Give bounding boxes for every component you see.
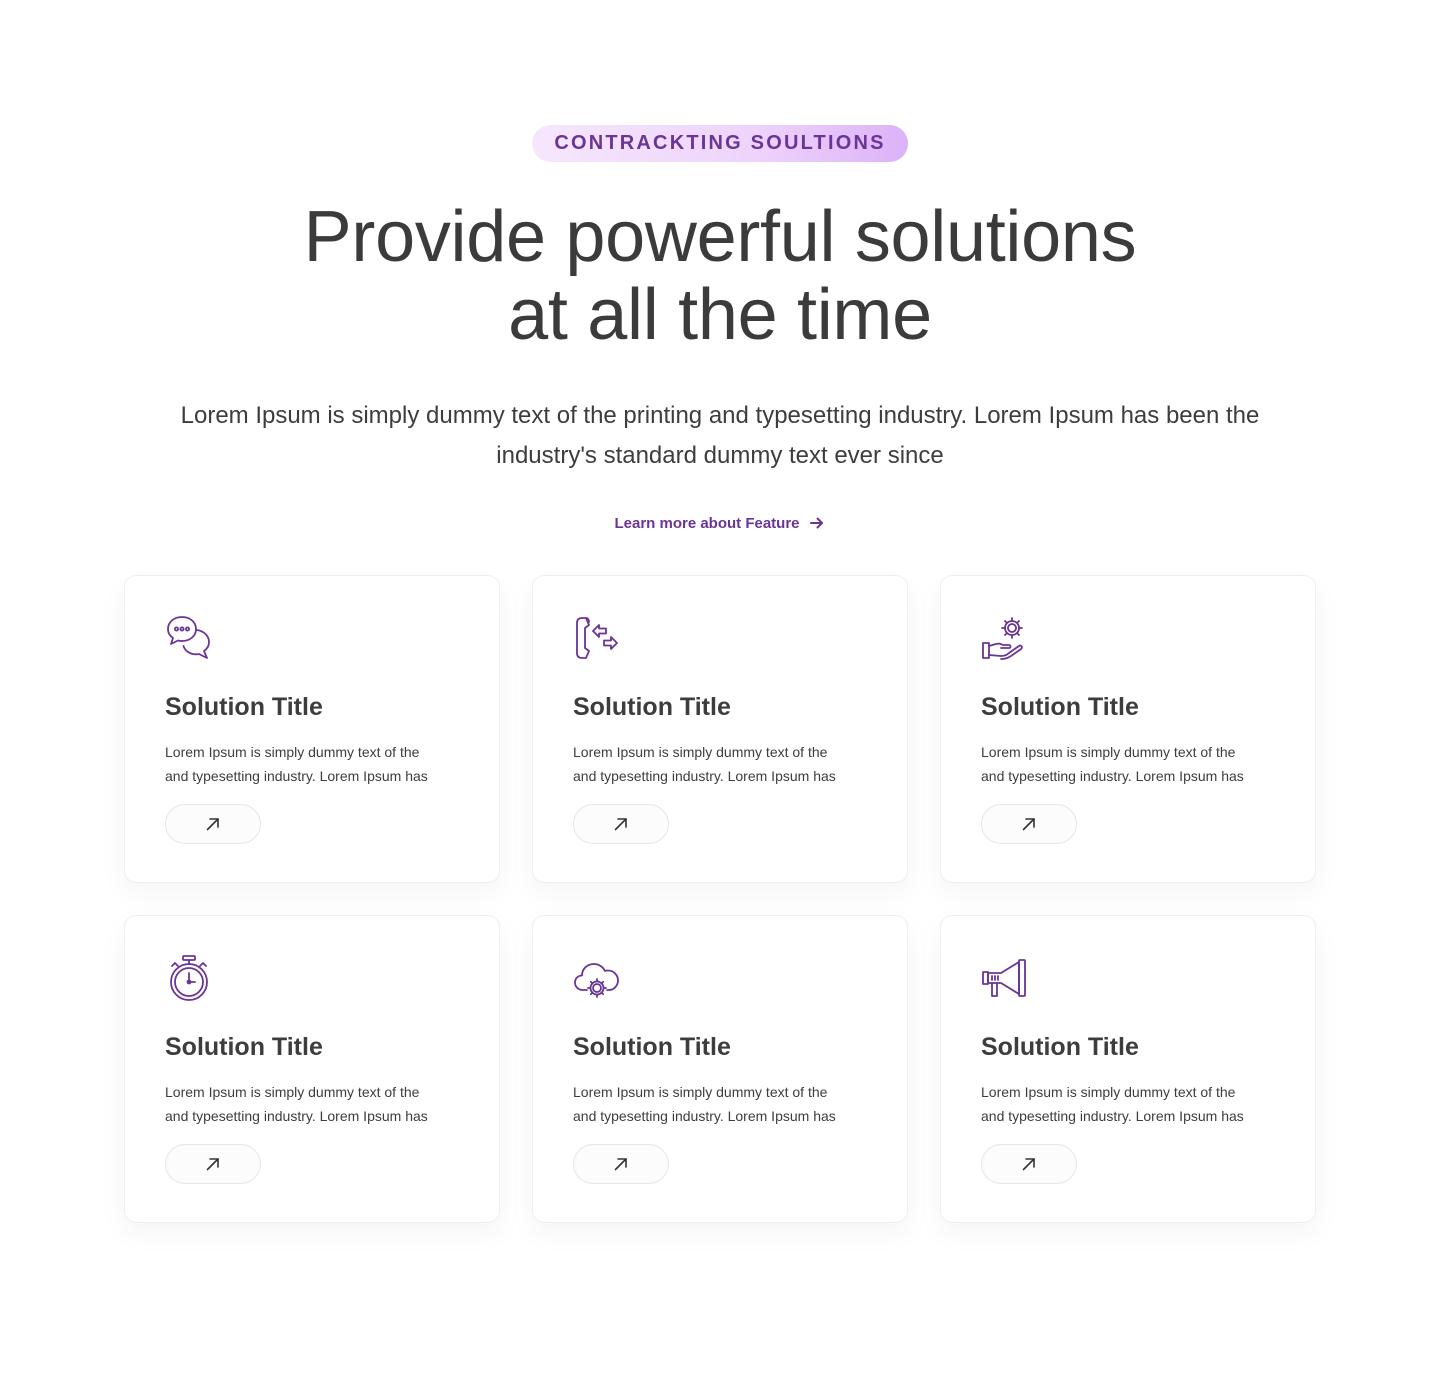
solution-card: Solution Title Lorem Ipsum is simply dum… [940,915,1316,1223]
phone-transfer-icon [573,614,621,662]
card-text-line: and typesetting industry. Lorem Ipsum ha… [981,1108,1244,1124]
subtitle-line-2: industry's standard dummy text ever sinc… [496,442,944,469]
card-text: Lorem Ipsum is simply dummy text of the … [165,740,455,788]
card-open-button[interactable] [165,1144,261,1184]
megaphone-icon [981,954,1029,1002]
card-text-line: and typesetting industry. Lorem Ipsum ha… [165,1108,428,1124]
card-text-line: Lorem Ipsum is simply dummy text of the [981,744,1236,760]
arrow-right-icon [809,517,823,529]
card-text-line: Lorem Ipsum is simply dummy text of the [573,1084,828,1100]
card-open-button[interactable] [981,1144,1077,1184]
card-text: Lorem Ipsum is simply dummy text of the … [573,1080,863,1128]
solution-card: Solution Title Lorem Ipsum is simply dum… [532,915,908,1223]
card-open-button[interactable] [981,804,1077,844]
title-line-2: at all the time [508,275,932,355]
badge-container: CONTRACKTING SOULTIONS [0,125,1440,162]
card-text: Lorem Ipsum is simply dummy text of the … [981,740,1271,788]
learn-more-label: Learn more about Feature [614,514,800,532]
card-title: Solution Title [573,1033,731,1061]
card-text-line: and typesetting industry. Lorem Ipsum ha… [573,1108,836,1124]
solutions-section: CONTRACKTING SOULTIONS Provide powerful … [0,0,1440,1380]
card-open-button[interactable] [573,1144,669,1184]
card-text: Lorem Ipsum is simply dummy text of the … [981,1080,1271,1128]
solution-card: Solution Title Lorem Ipsum is simply dum… [532,575,908,883]
cta-container: Learn more about Feature [0,514,1440,533]
card-title: Solution Title [981,1033,1139,1061]
solution-card: Solution Title Lorem Ipsum is simply dum… [124,575,500,883]
card-text-line: and typesetting industry. Lorem Ipsum ha… [981,768,1244,784]
solution-card: Solution Title Lorem Ipsum is simply dum… [124,915,500,1223]
section-title: Provide powerful solutions at all the ti… [0,198,1440,354]
stopwatch-icon [165,954,213,1002]
card-text-line: and typesetting industry. Lorem Ipsum ha… [165,768,428,784]
card-text-line: Lorem Ipsum is simply dummy text of the [165,1084,420,1100]
chat-bubbles-icon [165,614,213,662]
solutions-grid: Solution Title Lorem Ipsum is simply dum… [124,575,1316,1223]
learn-more-link[interactable]: Learn more about Feature [614,514,825,532]
arrow-up-right-icon [614,1158,627,1171]
card-open-button[interactable] [165,804,261,844]
cloud-gear-icon [573,954,621,1002]
arrow-up-right-icon [614,818,627,831]
card-open-button[interactable] [573,804,669,844]
arrow-up-right-icon [1022,818,1035,831]
arrow-up-right-icon [206,1158,219,1171]
card-text: Lorem Ipsum is simply dummy text of the … [165,1080,455,1128]
card-title: Solution Title [573,693,731,721]
card-text-line: and typesetting industry. Lorem Ipsum ha… [573,768,836,784]
arrow-up-right-icon [206,818,219,831]
card-text: Lorem Ipsum is simply dummy text of the … [573,740,863,788]
subtitle-line-1: Lorem Ipsum is simply dummy text of the … [180,402,1260,429]
arrow-up-right-icon [1022,1158,1035,1171]
card-title: Solution Title [165,1033,323,1061]
title-line-1: Provide powerful solutions [303,197,1137,277]
card-text-line: Lorem Ipsum is simply dummy text of the [573,744,828,760]
card-title: Solution Title [165,693,323,721]
card-text-line: Lorem Ipsum is simply dummy text of the [165,744,420,760]
card-text-line: Lorem Ipsum is simply dummy text of the [981,1084,1236,1100]
card-title: Solution Title [981,693,1139,721]
section-badge: CONTRACKTING SOULTIONS [532,125,908,162]
section-subtitle: Lorem Ipsum is simply dummy text of the … [140,396,1300,476]
solution-card: Solution Title Lorem Ipsum is simply dum… [940,575,1316,883]
hand-gear-icon [981,614,1029,662]
